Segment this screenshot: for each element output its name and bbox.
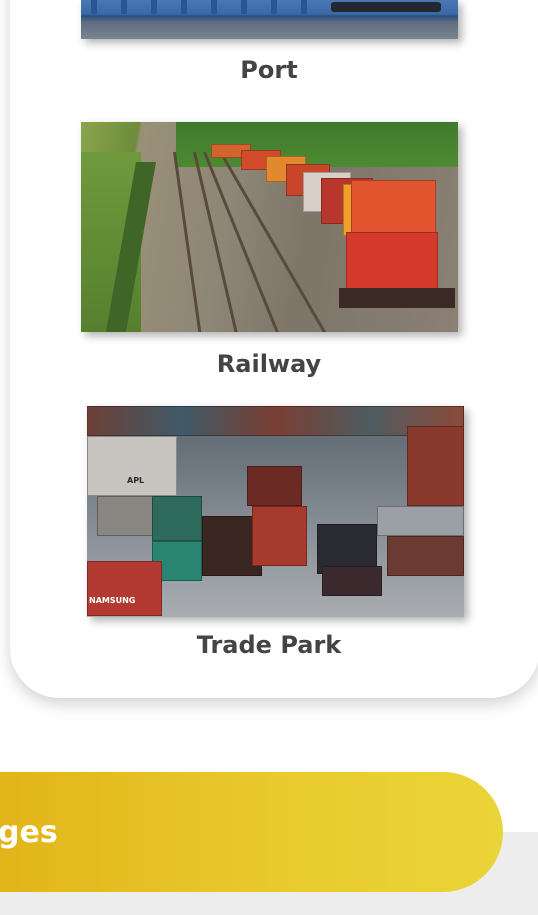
- trade-park-photo[interactable]: APL NAMSUNG: [87, 406, 464, 617]
- section-banner: [0, 772, 503, 892]
- banner-title: ges: [0, 815, 58, 850]
- gallery-caption-port: Port: [240, 56, 298, 84]
- gallery-caption-railway: Railway: [216, 350, 322, 378]
- railway-photo[interactable]: [81, 122, 458, 332]
- gallery-caption-trade-park: Trade Park: [196, 631, 342, 659]
- port-photo[interactable]: [81, 0, 458, 39]
